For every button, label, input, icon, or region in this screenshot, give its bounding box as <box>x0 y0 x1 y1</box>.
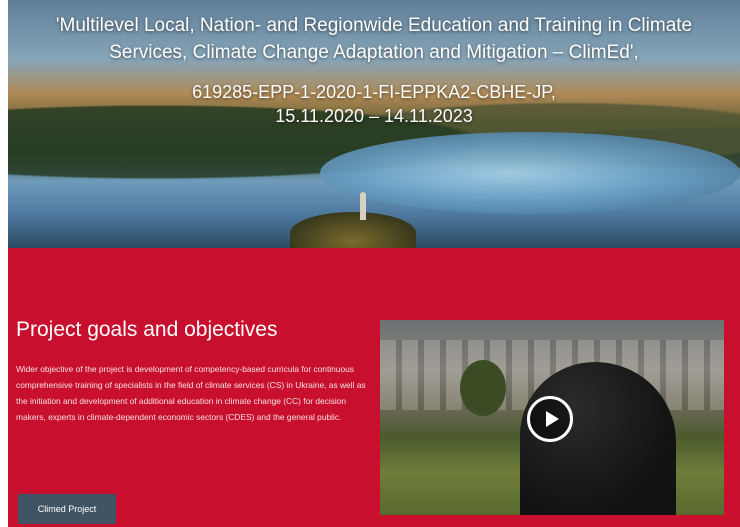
play-button[interactable] <box>527 396 573 442</box>
hero-banner: 'Multilevel Local, Nation- and Regionwid… <box>8 0 740 248</box>
goals-description: Wider objective of the project is develo… <box>16 364 366 422</box>
hero-lake-graphic <box>320 132 740 214</box>
goals-section: Project goals and objectives Wider objec… <box>8 248 740 527</box>
play-icon <box>545 411 559 427</box>
hero-project-meta: 619285-EPP-1-2020-1-FI-EPPKA2-CBHE-JP, 1… <box>8 80 740 128</box>
video-player[interactable] <box>380 320 724 515</box>
goals-heading: Project goals and objectives <box>16 318 278 341</box>
hero-title: 'Multilevel Local, Nation- and Regionwid… <box>55 15 693 63</box>
project-code: 619285-EPP-1-2020-1-FI-EPPKA2-CBHE-JP, <box>192 82 556 102</box>
hero-text: 'Multilevel Local, Nation- and Regionwid… <box>8 12 740 128</box>
hero-church-tower-graphic <box>360 192 366 220</box>
page: 'Multilevel Local, Nation- and Regionwid… <box>0 0 740 527</box>
hero-island-graphic <box>290 212 416 248</box>
video-background-tree <box>460 360 506 416</box>
project-dates: 15.11.2020 – 14.11.2023 <box>275 106 473 126</box>
climed-project-button[interactable]: Climed Project <box>18 494 116 524</box>
